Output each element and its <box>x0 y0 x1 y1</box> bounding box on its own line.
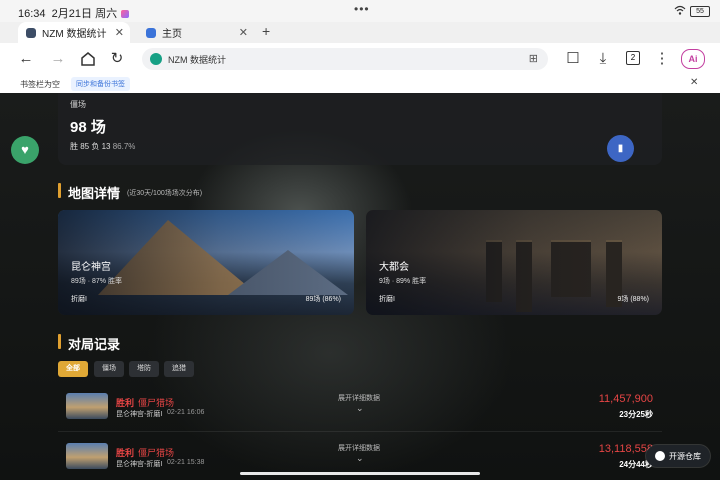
bookmarks-empty-label: 书签栏为空 <box>20 80 60 89</box>
match-result: 胜利 <box>116 448 135 458</box>
bookmark-add-icon[interactable]: ⊞ <box>529 52 538 65</box>
bookmark-icon[interactable]: ☐ <box>563 49 583 69</box>
info-button[interactable]: ▮ <box>607 135 634 162</box>
summary-count: 98 场 <box>70 119 106 136</box>
match-map: 昆仑神宫-折磨I <box>116 411 163 418</box>
download-icon[interactable]: ⤓ <box>593 49 613 69</box>
tab-title: 主页 <box>162 29 182 40</box>
match-time: 02-21 15:38 <box>167 459 205 466</box>
page-content: 僵场 98 场 胜 85 负 13 86.7% ♥ ▮ 地图详情 (近30天/1… <box>0 93 720 480</box>
address-bar[interactable]: NZM 数据统计 ⊞ <box>142 48 548 70</box>
forward-icon[interactable]: → <box>48 49 68 69</box>
open-source-repo-button[interactable]: 开源仓库 <box>646 445 710 467</box>
map-section-note: (近30天/100场场次分布) <box>127 190 203 197</box>
summary-card <box>58 93 662 165</box>
map-name: 昆仑神宫 <box>71 262 111 273</box>
reload-icon[interactable]: ↻ <box>107 49 127 69</box>
close-icon[interactable]: ✕ <box>690 77 698 88</box>
tab-close-icon[interactable]: ✕ <box>239 26 248 39</box>
match-section-title: 对局记录 <box>68 337 121 352</box>
chevron-down-icon[interactable]: ⌄ <box>356 403 364 414</box>
map-thumbnail <box>66 393 108 419</box>
status-time: 16:34 2月21日 周六 <box>18 5 130 21</box>
shield-icon <box>150 53 162 65</box>
back-icon[interactable]: ← <box>16 49 36 69</box>
match-time: 02-21 16:06 <box>167 409 205 416</box>
summary-label: 僵场 <box>70 100 86 109</box>
expand-details-link[interactable]: 展开详细数据 <box>338 393 380 403</box>
map-rate: 89场 · 87% 胜率 <box>71 278 122 285</box>
github-icon <box>655 451 665 461</box>
home-icon[interactable] <box>78 49 98 69</box>
new-tab-icon[interactable]: + <box>262 23 270 39</box>
filter-all[interactable]: 全部 <box>58 361 88 377</box>
chevron-down-icon[interactable]: ⌄ <box>356 453 364 464</box>
map-rate: 9场 · 89% 胜率 <box>379 278 427 285</box>
app-badge-icon <box>121 10 130 19</box>
row-divider <box>58 431 662 432</box>
tab-nzm[interactable]: NZM 数据统计 ✕ <box>18 22 130 43</box>
map-mode: 折磨I <box>71 296 87 303</box>
match-score: 13,118,558 <box>598 443 653 455</box>
tab-title: NZM 数据统计 <box>42 29 107 40</box>
heart-icon[interactable]: ♥ <box>11 136 39 164</box>
map-name: 大都会 <box>379 262 409 273</box>
match-result: 胜利 <box>116 398 135 408</box>
filter-zombie[interactable]: 僵场 <box>94 361 124 377</box>
map-count: 9场 (88%) <box>617 296 649 303</box>
map-thumbnail <box>66 443 108 469</box>
status-bar: 16:34 2月21日 周六 ••• 55 <box>0 0 720 22</box>
tab-strip: NZM 数据统计 ✕ 主页 ✕ + <box>0 22 720 43</box>
summary-record: 胜 85 负 13 86.7% <box>70 142 136 151</box>
repo-label: 开源仓库 <box>669 451 701 461</box>
map-card-metropolis[interactable]: 大都会 9场 · 89% 胜率 折磨I 9场 (88%) <box>366 210 662 315</box>
match-map: 昆仑神宫-折磨I <box>116 461 163 468</box>
tab-count-button[interactable]: 2 <box>626 51 640 65</box>
expand-details-link[interactable]: 展开详细数据 <box>338 443 380 453</box>
map-mode: 折磨I <box>379 296 395 303</box>
filter-hunt[interactable]: 追猎 <box>164 361 194 377</box>
map-card-kunlun[interactable]: 昆仑神宫 89场 · 87% 胜率 折磨I 89场 (86%) <box>58 210 354 315</box>
tab-home[interactable]: 主页 ✕ <box>138 22 254 43</box>
multitask-dots-icon[interactable]: ••• <box>354 2 370 16</box>
ai-button[interactable]: Ai <box>681 49 705 69</box>
match-duration: 23分25秒 <box>619 410 653 419</box>
map-count: 89场 (86%) <box>305 296 341 303</box>
sync-bookmarks-link[interactable]: 同步和备份书签 <box>71 77 130 91</box>
browser-toolbar: ← → ↻ NZM 数据统计 ⊞ ☐ ⤓ 2 ⋮ Ai <box>0 43 720 74</box>
home-indicator[interactable] <box>240 472 480 475</box>
wifi-icon <box>674 5 686 15</box>
more-icon[interactable]: ⋮ <box>652 49 672 69</box>
map-section-title: 地图详情 <box>68 186 121 201</box>
section-accent <box>58 183 61 198</box>
match-mode: 僵尸猎场 <box>138 448 175 458</box>
filter-tower[interactable]: 塔防 <box>129 361 159 377</box>
match-mode: 僵尸猎场 <box>138 398 175 408</box>
tab-close-icon[interactable]: ✕ <box>115 26 124 39</box>
tab-favicon-icon <box>146 27 156 38</box>
battery-icon: 55 <box>690 6 710 17</box>
bookmarks-bar: 书签栏为空 同步和备份书签 ✕ <box>0 74 720 93</box>
match-score: 11,457,900 <box>598 393 653 405</box>
tab-favicon-icon <box>26 27 36 38</box>
address-url: NZM 数据统计 <box>168 55 226 65</box>
section-accent <box>58 334 61 349</box>
match-row[interactable]: 胜利 僵尸猎场 昆仑神宫-折磨I 02-21 16:06 展开详细数据 ⌄ 11… <box>58 385 662 429</box>
